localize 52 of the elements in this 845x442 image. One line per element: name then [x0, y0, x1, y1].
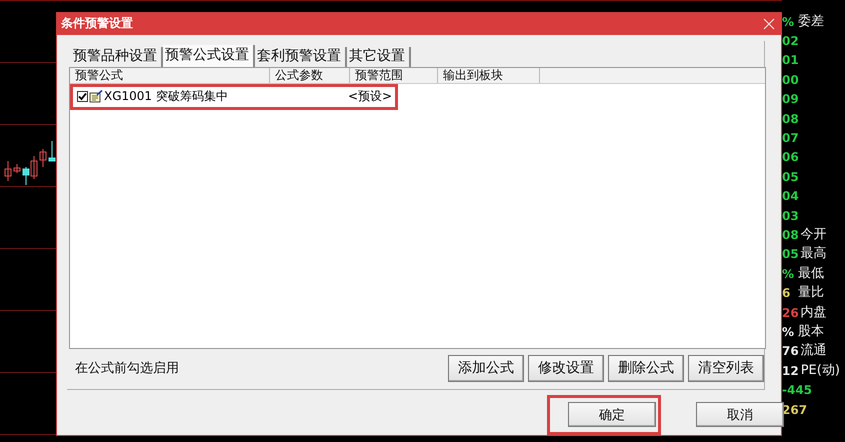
quote-label: 最低 [798, 266, 824, 281]
quote-value: 04 [782, 189, 799, 204]
quote-value: 05 [782, 170, 799, 184]
quote-label: 量比 [798, 286, 824, 300]
tab[interactable]: 预警品种设置 [71, 46, 163, 67]
tab[interactable]: 套利预警设置 [255, 46, 347, 67]
dialog-button[interactable]: 取消 [696, 402, 784, 427]
quote-label: 最高 [800, 247, 827, 262]
quote-value: 76 [782, 344, 799, 358]
formula-name: XG1001 突破筹码集中 [104, 88, 229, 106]
quote-value: 06 [782, 150, 799, 164]
hint-text: 在公式前勾选启用 [75, 360, 179, 378]
checkbox[interactable] [77, 91, 88, 102]
action-button[interactable]: 删除公式 [608, 354, 684, 382]
quote-label: 今开 [800, 228, 827, 242]
quote-value: 09 [782, 92, 799, 106]
action-button[interactable]: 修改设置 [528, 354, 604, 382]
quote-value: 26 [782, 306, 799, 320]
quote-value: % [782, 14, 796, 29]
tab[interactable]: 其它设置 [347, 46, 411, 67]
quote-label: 委差 [798, 14, 824, 29]
column-header[interactable]: 预警公式 [70, 68, 270, 83]
quote-value: 6 [782, 286, 792, 300]
quote-value: 03 [782, 208, 799, 223]
column-header[interactable]: 公式参数 [270, 68, 350, 83]
dialog-button[interactable]: 确定 [568, 402, 656, 427]
quote-label: 流通 [800, 344, 827, 358]
column-header[interactable]: 输出到板块 [438, 68, 540, 83]
window-title: 条件预警设置 [61, 15, 133, 32]
quote-value: 01 [782, 53, 799, 68]
quote-value: 07 [782, 131, 799, 146]
tab[interactable]: 预警公式设置 [163, 44, 255, 67]
quote-label: PE(动) [800, 364, 840, 378]
quote-label: 股本 [798, 324, 824, 339]
action-button[interactable]: 添加公式 [448, 354, 524, 382]
range-value: <预设> [348, 88, 392, 106]
close-icon[interactable] [763, 18, 775, 30]
quote-value: % [782, 324, 796, 339]
quote-value: 00 [782, 72, 799, 87]
quote-label: 内盘 [800, 306, 827, 320]
quote-value: % [782, 266, 796, 281]
formula-icon [89, 90, 103, 104]
quote-value: 05 [782, 247, 799, 262]
formula-row[interactable]: XG1001 突破筹码集中 <预设> [73, 86, 395, 107]
quote-value: 12 [782, 364, 799, 378]
quote-value: 08 [782, 228, 799, 242]
action-button[interactable]: 清空列表 [688, 354, 764, 382]
quote-value: 02 [782, 34, 799, 48]
quote-value: 267 [782, 402, 808, 416]
quote-value: 08 [782, 112, 799, 126]
quote-value: -445 [782, 383, 812, 398]
column-header[interactable]: 预警范围 [350, 68, 438, 83]
